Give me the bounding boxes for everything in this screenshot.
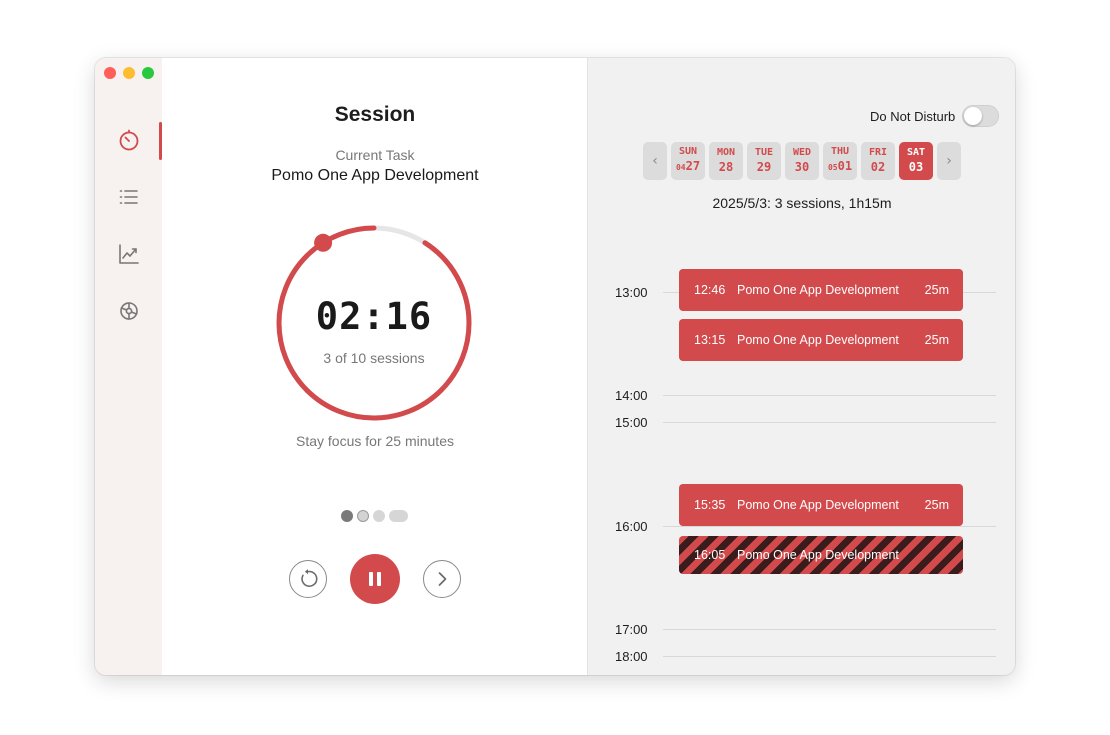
do-not-disturb-toggle[interactable] xyxy=(962,105,999,127)
day-selector: ‹ SUN 0427 MON 28 TUE 29 WED 30 THU 0501 xyxy=(643,142,961,180)
hour-line xyxy=(663,395,996,396)
day-of-week: FRI xyxy=(868,147,888,158)
day-button[interactable]: SUN 0427 xyxy=(671,142,705,180)
session-dot-long-break xyxy=(389,510,408,522)
event-time: 16:05 xyxy=(694,548,726,562)
zoom-window-button[interactable] xyxy=(142,67,154,79)
day-of-month: 0427 xyxy=(676,158,700,176)
day-button[interactable]: MON 28 xyxy=(709,142,743,180)
minimize-window-button[interactable] xyxy=(123,67,135,79)
timer-progress-knob[interactable] xyxy=(314,233,333,252)
day-of-week: WED xyxy=(792,147,812,158)
sidebar-item-tasks[interactable] xyxy=(95,177,162,217)
day-of-week: SAT xyxy=(906,147,926,158)
chevron-left-icon: ‹ xyxy=(652,153,658,169)
day-of-week: MON xyxy=(716,147,736,158)
event-title: Pomo One App Development xyxy=(737,333,899,347)
day-number: 02 xyxy=(870,160,886,174)
hour-label: 17:00 xyxy=(615,622,648,637)
day-summary: 2025/5/3: 3 sessions, 1h15m xyxy=(712,195,892,211)
day-button[interactable]: WED 30 xyxy=(785,142,819,180)
sidebar-item-timer[interactable] xyxy=(95,120,162,160)
event-time: 13:15 xyxy=(694,333,726,347)
session-dot-current xyxy=(357,510,369,522)
current-task-name[interactable]: Pomo One App Development xyxy=(162,167,588,185)
month-prefix: 05 xyxy=(827,163,838,172)
pause-icon xyxy=(369,572,381,586)
hour-label: 16:00 xyxy=(615,519,648,534)
session-event[interactable]: 15:35 Pomo One App Development 25m xyxy=(679,484,963,526)
do-not-disturb-label: Do Not Disturb xyxy=(870,109,956,124)
app-window: Session Current Task Pomo One App Develo… xyxy=(95,58,1015,675)
sidebar xyxy=(95,58,162,675)
hour-label: 14:00 xyxy=(615,388,648,403)
month-prefix: 04 xyxy=(675,163,686,172)
session-count: 3 of 10 sessions xyxy=(323,350,425,366)
day-number: 01 xyxy=(837,159,853,173)
day-of-week: SUN xyxy=(678,146,698,157)
day-number: 03 xyxy=(908,160,924,174)
sidebar-item-settings[interactable] xyxy=(95,291,162,331)
window-controls xyxy=(104,67,154,79)
gear-icon xyxy=(119,302,138,320)
toggle-knob xyxy=(964,107,982,125)
reset-button[interactable] xyxy=(289,560,327,598)
skip-button[interactable] xyxy=(423,560,461,598)
session-dot-done xyxy=(341,510,353,522)
hour-line xyxy=(663,629,996,630)
hour-label: 15:00 xyxy=(615,415,648,430)
day-number: 30 xyxy=(794,160,810,174)
day-number: 27 xyxy=(685,159,701,173)
session-dot-todo xyxy=(373,510,385,522)
event-title: Pomo One App Development xyxy=(737,548,899,562)
event-title: Pomo One App Development xyxy=(737,283,899,297)
event-time: 15:35 xyxy=(694,498,726,512)
close-window-button[interactable] xyxy=(104,67,116,79)
session-event[interactable]: 13:15 Pomo One App Development 25m xyxy=(679,319,963,361)
day-of-week: THU xyxy=(830,146,850,157)
pause-button[interactable] xyxy=(350,554,400,604)
sidebar-item-stats[interactable] xyxy=(95,234,162,274)
session-event-in-progress[interactable]: 16:05 Pomo One App Development xyxy=(679,536,963,574)
session-panel: Session Current Task Pomo One App Develo… xyxy=(162,58,588,675)
chevron-right-icon: › xyxy=(946,153,952,169)
day-number: 28 xyxy=(718,160,734,174)
day-button[interactable]: THU 0501 xyxy=(823,142,857,180)
event-duration: 25m xyxy=(924,498,949,512)
previous-week-button[interactable]: ‹ xyxy=(643,142,667,180)
event-title: Pomo One App Development xyxy=(737,498,899,512)
day-button-selected[interactable]: SAT 03 xyxy=(899,142,933,180)
hour-label: 13:00 xyxy=(615,285,648,300)
page-title: Session xyxy=(334,103,416,126)
timer-icon xyxy=(119,129,138,151)
hour-line xyxy=(663,526,996,527)
hour-line xyxy=(663,656,996,657)
calendar-panel: Do Not Disturb ‹ SUN 0427 MON 28 TUE 29 … xyxy=(589,58,1015,675)
day-of-week: TUE xyxy=(754,147,774,158)
list-icon xyxy=(119,190,138,204)
reset-icon xyxy=(301,569,318,587)
hour-label: 18:00 xyxy=(615,649,648,664)
focus-hint: Stay focus for 25 minutes xyxy=(296,433,454,449)
day-of-month: 0501 xyxy=(828,158,852,176)
timer-ring: 02:16 3 of 10 sessions xyxy=(274,223,474,423)
chart-line-icon xyxy=(118,244,139,264)
current-task-caption: Current Task xyxy=(335,147,415,163)
next-week-button[interactable]: › xyxy=(937,142,961,180)
day-button[interactable]: FRI 02 xyxy=(861,142,895,180)
day-button[interactable]: TUE 29 xyxy=(747,142,781,180)
session-dots xyxy=(341,510,408,522)
day-number: 29 xyxy=(756,160,772,174)
timer-value: 02:16 xyxy=(315,295,433,338)
event-duration: 25m xyxy=(924,333,949,347)
event-duration: 25m xyxy=(924,283,949,297)
session-event[interactable]: 12:46 Pomo One App Development 25m xyxy=(679,269,963,311)
chevron-right-icon xyxy=(438,572,447,586)
hour-line xyxy=(663,422,996,423)
event-time: 12:46 xyxy=(694,283,726,297)
